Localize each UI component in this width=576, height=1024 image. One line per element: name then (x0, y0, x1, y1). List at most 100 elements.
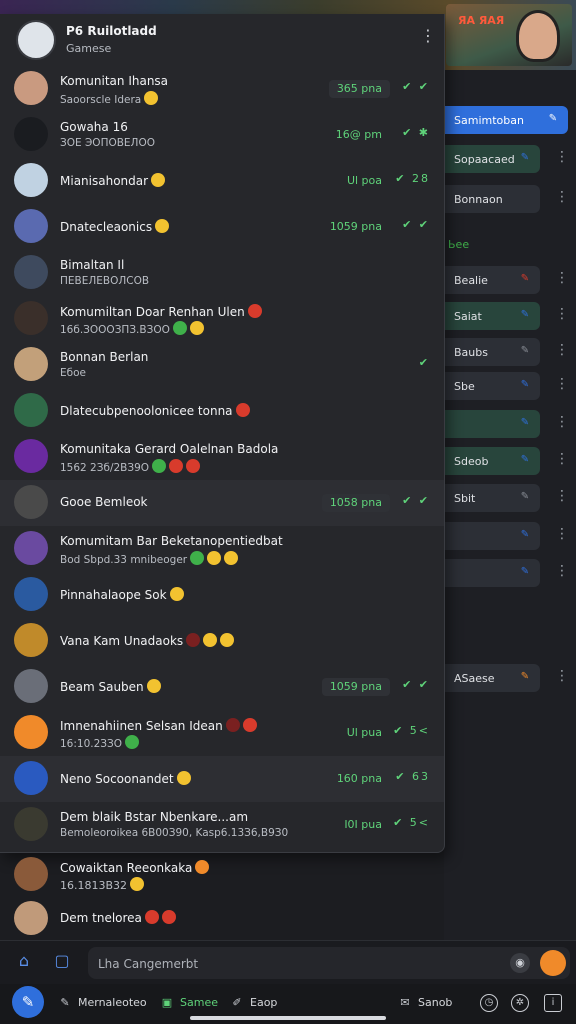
info-icon[interactable]: i (544, 994, 562, 1012)
emoji-button[interactable] (540, 950, 566, 976)
edit-icon[interactable]: ✎ (518, 490, 532, 504)
emoji-icon (169, 587, 184, 601)
background-chat-row[interactable]: Sbe ✎ (444, 372, 540, 400)
edit-icon[interactable]: ✎ (518, 453, 532, 467)
background-chat-row[interactable]: ASaese ✎ (444, 664, 540, 692)
gear-icon[interactable]: ✲ (511, 994, 529, 1012)
chat-row[interactable]: Dem tnelorea (0, 896, 444, 940)
background-chat-row[interactable]: Sbit ✎ (444, 484, 540, 512)
chat-row[interactable]: Mianisahondar Ul poa ✔ 28 (0, 158, 444, 204)
row-menu-icon[interactable]: ⋮ (555, 189, 569, 205)
emoji-icon (225, 718, 240, 732)
chat-row[interactable]: Cowaiktan Reeonkaka 16.1813В32 (0, 852, 444, 896)
chat-row[interactable]: Komumiltan Doar Renhan Ulen 16б.ЗОООЗПЗ.В… (0, 296, 444, 342)
background-chat-row[interactable]: Bonnaon (444, 185, 540, 213)
edit-icon[interactable]: ✎ (518, 416, 532, 430)
chat-row[interactable]: Beam Sauben 1059 pna ✔ ✔ (0, 664, 444, 710)
emoji-icon (144, 910, 159, 924)
edit-icon[interactable]: ✎ (518, 670, 532, 684)
avatar[interactable] (14, 669, 48, 703)
avatar[interactable] (14, 347, 48, 381)
emoji-icon (125, 735, 140, 749)
background-chat-row[interactable]: Sdeob ✎ (444, 447, 540, 475)
edit-icon[interactable]: ✎ (518, 565, 532, 579)
chat-row[interactable]: Dlatecubpenoolonicee tonna (0, 388, 444, 434)
background-chat-row[interactable]: Baubs ✎ (444, 338, 540, 366)
background-chat-row[interactable]: Sopaacaed ✎ (444, 145, 540, 173)
chat-row[interactable]: Dem blaik Bstar Nbenkare...am Bemoleoroik… (0, 802, 444, 848)
chat-row[interactable]: Pinnahalaope Sok (0, 572, 444, 618)
chat-row[interactable]: Dnatecleaonics 1059 pna ✔ ✔ (0, 204, 444, 250)
compose-button[interactable]: ✎ (12, 986, 44, 1018)
square-icon[interactable]: ▢ (52, 951, 72, 971)
chat-row[interactable]: Bimaltan Il ПЕВЕЛЕВОЛСОВ (0, 250, 444, 296)
book-icon[interactable]: ⌂ (14, 951, 34, 971)
avatar[interactable] (14, 807, 48, 841)
row-menu-icon[interactable]: ⋮ (555, 342, 569, 358)
chat-preview: 1562 2Зб/2ВЗ9О (60, 459, 201, 474)
chat-row[interactable]: Komunitaka Gerard Oalelnan Badola 1562 2З… (0, 434, 444, 480)
avatar[interactable] (14, 117, 48, 151)
background-chat-row[interactable]: Samimtoban ✎ (444, 106, 568, 134)
background-chat-row[interactable]: ✎ (444, 410, 540, 438)
chat-row[interactable]: Neno Socoonandet 160 pna ✔ 63 (0, 756, 444, 802)
avatar[interactable] (14, 71, 48, 105)
chat-row[interactable]: Gowaha 16 ЗОЕ ЭОПОВЕЛОО 16@ pm ✔ ✱ (0, 112, 444, 158)
avatar[interactable] (14, 255, 48, 289)
emoji-icon (186, 633, 201, 647)
row-menu-icon[interactable]: ⋮ (555, 376, 569, 392)
nav-item[interactable]: ✐ Eaop (230, 996, 277, 1009)
avatar[interactable] (14, 715, 48, 749)
chat-row[interactable]: Vana Kam Unadaoks (0, 618, 444, 664)
row-menu-icon[interactable]: ⋮ (555, 668, 569, 684)
emoji-icon (190, 551, 205, 565)
avatar[interactable] (14, 301, 48, 335)
read-status-icon: ✔ ✔ (402, 494, 430, 507)
avatar[interactable] (14, 857, 48, 891)
row-menu-icon[interactable]: ⋮ (555, 414, 569, 430)
header-avatar[interactable] (16, 20, 56, 60)
chat-row[interactable]: Gooe Bemleok 1058 pna ✔ ✔ (0, 480, 444, 526)
avatar[interactable] (14, 163, 48, 197)
chat-preview: Bemoleoroikea 6В00З90, Kasp6.13З6,В9З0 (60, 827, 289, 839)
row-menu-icon[interactable]: ⋮ (555, 563, 569, 579)
chat-row[interactable]: Komumitam Bar Beketanopentiedbat Bod Sbpd… (0, 526, 444, 572)
more-vertical-icon[interactable]: ⋮ (420, 26, 436, 45)
avatar[interactable] (14, 439, 48, 473)
sticker-icon[interactable]: ◉ (510, 953, 530, 973)
avatar[interactable] (14, 901, 48, 935)
row-menu-icon[interactable]: ⋮ (555, 306, 569, 322)
edit-icon[interactable]: ✎ (518, 308, 532, 322)
row-menu-icon[interactable]: ⋮ (555, 451, 569, 467)
video-thumbnail[interactable]: ЯА ЯАЯ (446, 4, 572, 66)
nav-item[interactable]: ✉ Sanob (398, 996, 452, 1009)
edit-icon[interactable]: ✎ (518, 378, 532, 392)
avatar[interactable] (14, 209, 48, 243)
background-chat-row[interactable]: ✎ (444, 559, 540, 587)
edit-icon[interactable]: ✎ (518, 344, 532, 358)
chat-row[interactable]: Imnenahiinen Selsan Idean 16:10.2ЗЗО Ul pu… (0, 710, 444, 756)
avatar[interactable] (14, 393, 48, 427)
chat-row[interactable]: Bonnan Berlan Ебое ✔ (0, 342, 444, 388)
row-menu-icon[interactable]: ⋮ (555, 149, 569, 165)
edit-icon[interactable]: ✎ (518, 272, 532, 286)
clock-icon[interactable]: ◷ (480, 994, 498, 1012)
edit-icon[interactable]: ✎ (518, 528, 532, 542)
avatar[interactable] (14, 577, 48, 611)
avatar[interactable] (14, 485, 48, 519)
avatar[interactable] (14, 531, 48, 565)
nav-item[interactable]: ▣ Samee (160, 996, 218, 1009)
row-menu-icon[interactable]: ⋮ (555, 270, 569, 286)
avatar[interactable] (14, 761, 48, 795)
row-menu-icon[interactable]: ⋮ (555, 526, 569, 542)
message-input[interactable] (88, 947, 510, 981)
chat-row[interactable]: Komunitan Ihansa Saoorscle Idera 365 pna ✔ … (0, 66, 444, 112)
row-menu-icon[interactable]: ⋮ (555, 488, 569, 504)
edit-icon[interactable]: ✎ (546, 112, 560, 126)
background-chat-row[interactable]: ✎ (444, 522, 540, 550)
background-chat-row[interactable]: Saiat ✎ (444, 302, 540, 330)
edit-icon[interactable]: ✎ (518, 151, 532, 165)
background-chat-row[interactable]: Bealie ✎ (444, 266, 540, 294)
avatar[interactable] (14, 623, 48, 657)
nav-item[interactable]: ✎ Mernaleoteo (58, 996, 146, 1009)
